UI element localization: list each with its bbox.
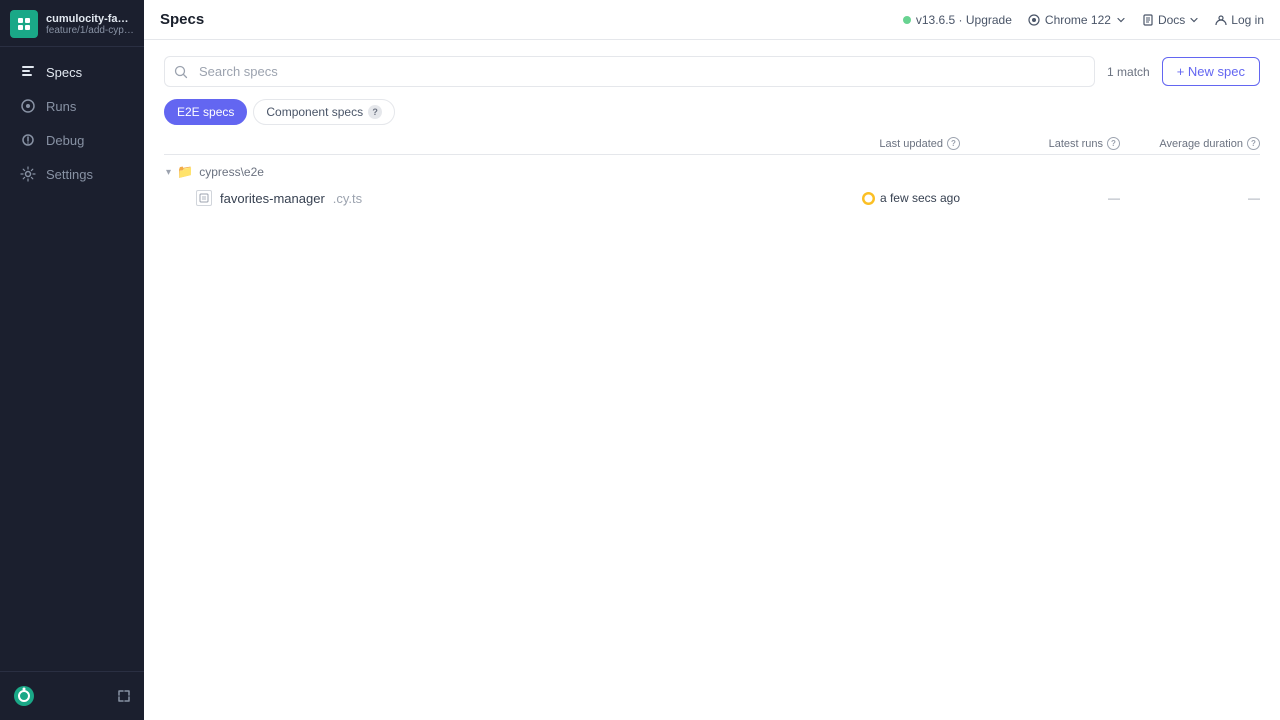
- app-name: cumulocity-favorites-m...: [46, 13, 134, 25]
- file-avg-duration: —: [1120, 191, 1260, 205]
- col-latest-runs-label: Latest runs: [1049, 138, 1103, 150]
- debug-label: Debug: [46, 133, 84, 148]
- tabs-row: E2E specs Component specs ?: [164, 99, 1260, 125]
- app-info: cumulocity-favorites-m... feature/1/add-…: [46, 13, 134, 36]
- sidebar-nav: Specs Runs Debug: [0, 47, 144, 671]
- tab-component-label: Component specs: [266, 105, 363, 119]
- new-spec-button[interactable]: + New spec: [1162, 57, 1260, 86]
- version-label: v13.6.5 · Upgrade: [916, 13, 1012, 27]
- runs-label: Runs: [46, 99, 76, 114]
- file-last-updated: a few secs ago: [800, 191, 960, 205]
- file-name-base: favorites-manager: [220, 191, 325, 206]
- version-badge[interactable]: v13.6.5 · Upgrade: [903, 13, 1012, 27]
- last-updated-help-icon[interactable]: ?: [947, 137, 960, 150]
- login-link[interactable]: Log in: [1215, 13, 1264, 27]
- app-branch: feature/1/add-cypress-tests: [46, 25, 134, 36]
- sidebar-item-settings[interactable]: Settings: [6, 158, 138, 190]
- expand-icon[interactable]: [114, 686, 134, 706]
- docs-label: Docs: [1158, 13, 1185, 27]
- avg-duration-value: —: [1248, 191, 1260, 205]
- specs-label: Specs: [46, 65, 82, 80]
- folder-icon: 📁: [177, 164, 193, 180]
- content-area: 1 match + New spec E2E specs Component s…: [144, 40, 1280, 720]
- debug-icon: [20, 132, 36, 148]
- browser-label: Chrome 122: [1045, 13, 1111, 27]
- docs-link[interactable]: Docs: [1142, 13, 1199, 27]
- folder-chevron-icon: ▾: [166, 167, 171, 178]
- col-avg-duration-label: Average duration: [1159, 138, 1243, 150]
- browser-icon: [1028, 14, 1040, 26]
- latest-runs-value: —: [1108, 191, 1120, 205]
- tab-component-specs[interactable]: Component specs ?: [253, 99, 395, 125]
- tabs-left: E2E specs Component specs ?: [164, 99, 395, 125]
- col-latest-runs: Latest runs ?: [960, 137, 1120, 150]
- search-row: 1 match + New spec: [164, 56, 1260, 87]
- col-last-updated-label: Last updated: [879, 138, 943, 150]
- settings-label: Settings: [46, 167, 93, 182]
- file-latest-runs: —: [960, 191, 1120, 205]
- browser-chevron-icon: [1116, 15, 1126, 25]
- main-content: Specs v13.6.5 · Upgrade Chrome 122: [144, 0, 1280, 720]
- cypress-logo: [10, 682, 38, 710]
- search-wrapper: [164, 56, 1095, 87]
- match-count: 1 match: [1107, 65, 1150, 79]
- docs-icon: [1142, 14, 1154, 26]
- file-row[interactable]: favorites-manager .cy.ts a few secs ago —…: [164, 185, 1260, 211]
- specs-icon: [20, 64, 36, 80]
- version-dot: [903, 16, 911, 24]
- login-icon: [1215, 14, 1227, 26]
- sidebar-footer: [0, 671, 144, 720]
- search-input[interactable]: [164, 56, 1095, 87]
- new-spec-label: + New spec: [1177, 64, 1245, 79]
- folder-name: cypress\e2e: [199, 165, 264, 179]
- docs-chevron-icon: [1189, 15, 1199, 25]
- sidebar: cumulocity-favorites-m... feature/1/add-…: [0, 0, 144, 720]
- last-updated-value: a few secs ago: [880, 191, 960, 205]
- page-title: Specs: [160, 11, 204, 28]
- app-icon: [10, 10, 38, 38]
- search-icon: [174, 65, 188, 79]
- settings-icon: [20, 166, 36, 182]
- col-avg-duration: Average duration ?: [1120, 137, 1260, 150]
- latest-runs-help-icon[interactable]: ?: [1107, 137, 1120, 150]
- topbar: Specs v13.6.5 · Upgrade Chrome 122: [144, 0, 1280, 40]
- avg-duration-help-icon[interactable]: ?: [1247, 137, 1260, 150]
- folder-row[interactable]: ▾ 📁 cypress\e2e: [164, 159, 1260, 185]
- sidebar-item-debug[interactable]: Debug: [6, 124, 138, 156]
- file-name-ext: .cy.ts: [333, 191, 362, 206]
- file-left: favorites-manager .cy.ts: [196, 190, 800, 206]
- runs-icon: [20, 98, 36, 114]
- time-icon: [862, 192, 875, 205]
- component-info-icon: ?: [368, 105, 382, 119]
- columns-header: Last updated ? Latest runs ? Average dur…: [164, 133, 1260, 155]
- sidebar-item-runs[interactable]: Runs: [6, 90, 138, 122]
- sidebar-item-specs[interactable]: Specs: [6, 56, 138, 88]
- login-label: Log in: [1231, 13, 1264, 27]
- tab-e2e-label: E2E specs: [177, 105, 234, 119]
- sidebar-header[interactable]: cumulocity-favorites-m... feature/1/add-…: [0, 0, 144, 47]
- col-last-updated: Last updated ?: [800, 137, 960, 150]
- file-icon: [196, 190, 212, 206]
- browser-badge[interactable]: Chrome 122: [1028, 13, 1126, 27]
- topbar-actions: v13.6.5 · Upgrade Chrome 122: [903, 13, 1264, 27]
- tab-e2e-specs[interactable]: E2E specs: [164, 99, 247, 125]
